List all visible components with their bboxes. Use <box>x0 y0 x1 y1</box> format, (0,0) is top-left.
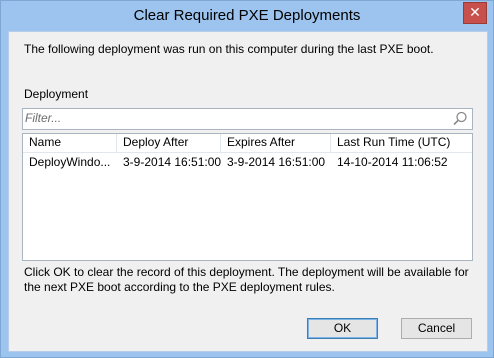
dialog-body: The following deployment was run on this… <box>8 31 488 352</box>
dialog-title: Clear Required PXE Deployments <box>133 7 361 24</box>
filter-input[interactable] <box>25 110 445 126</box>
title-bar[interactable]: Clear Required PXE Deployments ✕ <box>1 1 493 31</box>
dialog-window: Clear Required PXE Deployments ✕ The fol… <box>0 0 494 358</box>
cell-last-run-time: 14-10-2014 11:06:52 <box>337 155 448 169</box>
cell-name: DeployWindo... <box>29 155 111 169</box>
filter-box[interactable] <box>22 108 473 130</box>
cell-expires-after: 3-9-2014 16:51:00 <box>227 155 326 169</box>
footer-text: Click OK to clear the record of this dep… <box>24 265 469 294</box>
close-button[interactable]: ✕ <box>463 2 487 24</box>
column-header-deploy-after[interactable]: Deploy After <box>117 134 221 152</box>
table-row[interactable]: DeployWindo... 3-9-2014 16:51:00 3-9-201… <box>23 153 472 171</box>
column-header-expires-after[interactable]: Expires After <box>221 134 331 152</box>
list-header: Name Deploy After Expires After Last Run… <box>23 134 472 153</box>
column-header-name[interactable]: Name <box>23 134 117 152</box>
close-icon: ✕ <box>469 4 481 20</box>
column-header-last-run-time[interactable]: Last Run Time (UTC) <box>331 134 472 152</box>
ok-button[interactable]: OK <box>307 318 378 339</box>
cancel-button[interactable]: Cancel <box>401 318 472 339</box>
intro-text: The following deployment was run on this… <box>24 42 434 56</box>
deployment-list[interactable]: Name Deploy After Expires After Last Run… <box>22 133 473 261</box>
cell-deploy-after: 3-9-2014 16:51:00 <box>123 155 221 169</box>
deployment-label: Deployment <box>24 87 89 101</box>
search-icon[interactable] <box>451 110 469 128</box>
